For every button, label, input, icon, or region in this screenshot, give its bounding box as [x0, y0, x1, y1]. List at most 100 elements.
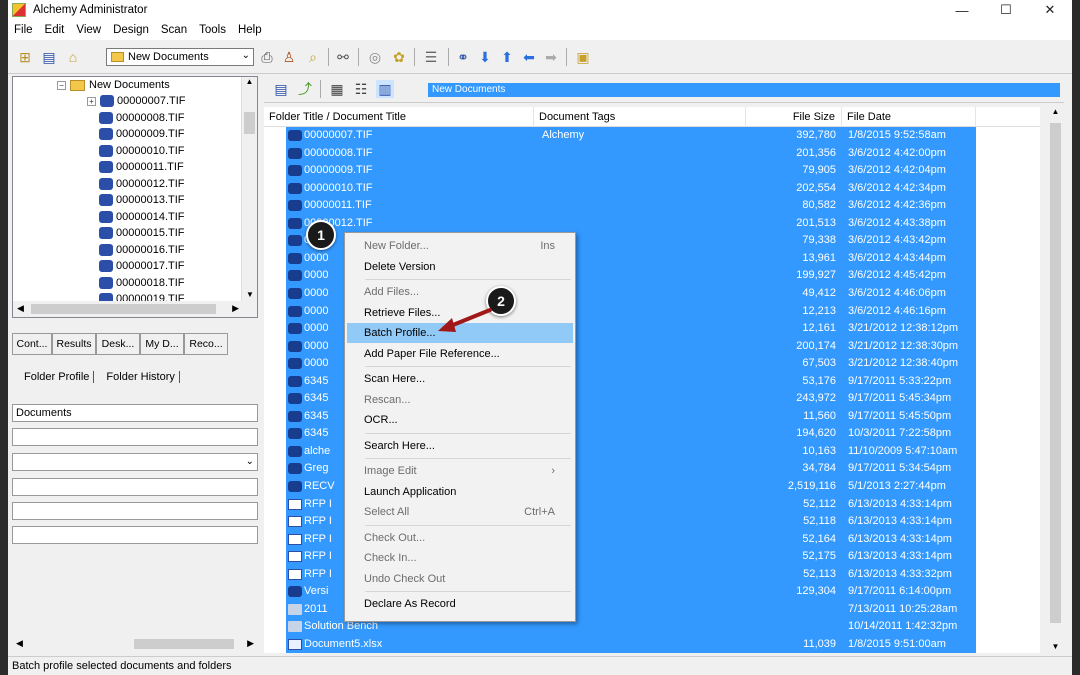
- profile-field-6[interactable]: [12, 526, 258, 544]
- menu-item-retrieve-files[interactable]: Retrieve Files...: [347, 303, 573, 323]
- profile-field-3[interactable]: ⌄: [12, 453, 258, 471]
- search-folder-icon[interactable]: ⌕: [304, 48, 322, 66]
- menu-item-add-files[interactable]: Add Files...: [347, 282, 573, 302]
- menu-item-search-here[interactable]: Search Here...: [347, 436, 573, 456]
- menu-edit[interactable]: Edit: [39, 24, 71, 36]
- tree-item[interactable]: 00000018.TIF: [99, 275, 185, 291]
- tree-item[interactable]: 00000009.TIF: [99, 126, 185, 142]
- columns-icon[interactable]: ☰: [422, 48, 440, 66]
- scroll-right-icon[interactable]: ▶: [232, 303, 239, 314]
- scroll-right-icon[interactable]: ▶: [247, 638, 254, 649]
- column-title[interactable]: Folder Title / Document Title: [264, 107, 534, 127]
- binoculars-icon[interactable]: ⚭: [454, 48, 472, 66]
- menu-item-select-all[interactable]: Select All Ctrl+A: [347, 502, 573, 522]
- scroll-left-icon[interactable]: ◀: [16, 638, 23, 649]
- document-icon[interactable]: ▤: [40, 48, 58, 66]
- menu-design[interactable]: Design: [107, 24, 155, 36]
- collapse-icon[interactable]: −: [57, 80, 66, 90]
- scroll-thumb[interactable]: [31, 304, 216, 314]
- tree-item[interactable]: 00000015.TIF: [99, 225, 185, 241]
- menu-item-scan-here[interactable]: Scan Here...: [347, 369, 573, 389]
- table-row[interactable]: 00000012.TIF 201,513 3/6/2012 4:43:38pm: [264, 214, 1040, 233]
- tree-item[interactable]: 00000013.TIF: [99, 192, 185, 208]
- table-row[interactable]: Document5.xlsx 11,039 1/8/2015 9:51:00am: [264, 635, 1040, 653]
- tree-icon[interactable]: ⊞: [16, 48, 34, 66]
- close-button[interactable]: ✕: [1028, 0, 1072, 20]
- large-icons-icon[interactable]: ▦: [328, 80, 346, 98]
- arrow-up-icon[interactable]: ⬆: [498, 48, 516, 66]
- table-row[interactable]: 00000008.TIF 201,356 3/6/2012 4:42:00pm: [264, 144, 1040, 163]
- menu-item-new-folder[interactable]: New Folder... Ins: [347, 236, 573, 256]
- menu-item-check-out[interactable]: Check Out...: [347, 528, 573, 548]
- tree-item[interactable]: 00000017.TIF: [99, 258, 185, 274]
- scroll-up-icon[interactable]: ▲: [242, 77, 257, 86]
- minimize-button[interactable]: —: [940, 0, 984, 20]
- menu-item-delete-version[interactable]: Delete Version: [347, 257, 573, 277]
- column-size[interactable]: File Size: [746, 107, 842, 127]
- tree-vertical-scrollbar[interactable]: ▲ ▼: [241, 77, 257, 317]
- scroll-thumb[interactable]: [134, 639, 234, 649]
- tab-folder-history[interactable]: Folder History: [102, 371, 178, 383]
- profile-field-4[interactable]: [12, 478, 258, 496]
- menu-item-launch-application[interactable]: Launch Application: [347, 482, 573, 502]
- tree-item[interactable]: 00000010.TIF: [99, 143, 185, 159]
- tree-item[interactable]: 00000014.TIF: [99, 209, 185, 225]
- menu-item-image-edit[interactable]: Image Edit ›: [347, 461, 573, 481]
- column-date[interactable]: File Date: [842, 107, 976, 127]
- menu-item-undo-check-out[interactable]: Undo Check Out: [347, 569, 573, 589]
- profile-field-5[interactable]: [12, 502, 258, 520]
- details-view-icon[interactable]: ▥: [376, 80, 394, 98]
- menu-item-rescan[interactable]: Rescan...: [347, 390, 573, 410]
- properties-icon[interactable]: ▤: [272, 80, 290, 98]
- column-tags[interactable]: Document Tags: [534, 107, 746, 127]
- menu-view[interactable]: View: [70, 24, 107, 36]
- scroll-down-icon[interactable]: ▼: [242, 290, 257, 299]
- tree-item[interactable]: 00000011.TIF: [99, 159, 184, 175]
- menu-item-batch-profile[interactable]: Batch Profile...: [347, 323, 573, 343]
- arrow-right-icon[interactable]: ➡: [542, 48, 560, 66]
- tree-item[interactable]: 00000012.TIF: [99, 176, 185, 192]
- up-folder-icon[interactable]: ⤴: [296, 80, 314, 98]
- stamp-icon[interactable]: ♙: [280, 48, 298, 66]
- expand-icon[interactable]: +: [87, 96, 96, 106]
- link-icon[interactable]: ⚯: [334, 48, 352, 66]
- folder-up-icon[interactable]: ⌂: [64, 48, 82, 66]
- table-row[interactable]: 00000010.TIF 202,554 3/6/2012 4:42:34pm: [264, 179, 1040, 198]
- table-row[interactable]: 00000011.TIF 80,582 3/6/2012 4:42:36pm: [264, 197, 1040, 215]
- tab-results[interactable]: Results: [52, 333, 96, 355]
- scroll-up-icon[interactable]: ▲: [1047, 107, 1064, 116]
- preview-icon[interactable]: ▣: [574, 48, 592, 66]
- scroll-thumb[interactable]: [1050, 123, 1061, 623]
- print-icon[interactable]: ⎙: [258, 48, 276, 66]
- folder-tree[interactable]: − New Documents +00000007.TIF 00000008.TI…: [12, 76, 258, 318]
- arrow-left-icon[interactable]: ⬅: [520, 48, 538, 66]
- tab-records[interactable]: Reco...: [184, 333, 228, 355]
- list-vertical-scrollbar[interactable]: ▲ ▼: [1047, 107, 1064, 653]
- left-horizontal-scrollbar[interactable]: ◀ ▶: [12, 636, 258, 652]
- tree-item[interactable]: 00000008.TIF: [99, 110, 185, 126]
- menu-tools[interactable]: Tools: [193, 24, 232, 36]
- folder-combo[interactable]: New Documents ⌄: [106, 48, 254, 66]
- table-row[interactable]: 00000009.TIF 79,905 3/6/2012 4:42:04pm: [264, 162, 1040, 180]
- scroll-left-icon[interactable]: ◀: [17, 303, 24, 314]
- scroll-down-icon[interactable]: ▼: [1047, 642, 1064, 651]
- table-row[interactable]: 00000007.TIF Alchemy 392,780 1/8/2015 9:52:…: [264, 127, 1040, 145]
- tab-contents[interactable]: Cont...: [12, 333, 52, 355]
- menu-item-add-paper-file-reference[interactable]: Add Paper File Reference...: [347, 344, 573, 364]
- menu-scan[interactable]: Scan: [155, 24, 193, 36]
- tree-node-root[interactable]: − New Documents: [57, 77, 170, 93]
- menu-item-declare-as-record[interactable]: Declare As Record: [347, 594, 573, 614]
- menu-item-check-in[interactable]: Check In...: [347, 548, 573, 568]
- tree-item[interactable]: 00000016.TIF: [99, 242, 185, 258]
- tab-folder-profile[interactable]: Folder Profile: [20, 371, 93, 383]
- profile-field-2[interactable]: [12, 428, 258, 446]
- chevron-down-icon[interactable]: ⌄: [246, 454, 254, 470]
- tree-item[interactable]: +00000007.TIF: [87, 93, 186, 109]
- disc-icon[interactable]: ◎: [366, 48, 384, 66]
- list-view-icon[interactable]: ☷: [352, 80, 370, 98]
- scroll-thumb[interactable]: [244, 112, 255, 134]
- tab-desktop[interactable]: Desk...: [96, 333, 140, 355]
- profile-field-1[interactable]: Documents: [12, 404, 258, 422]
- menu-help[interactable]: Help: [232, 24, 268, 36]
- users-icon[interactable]: ✿: [390, 48, 408, 66]
